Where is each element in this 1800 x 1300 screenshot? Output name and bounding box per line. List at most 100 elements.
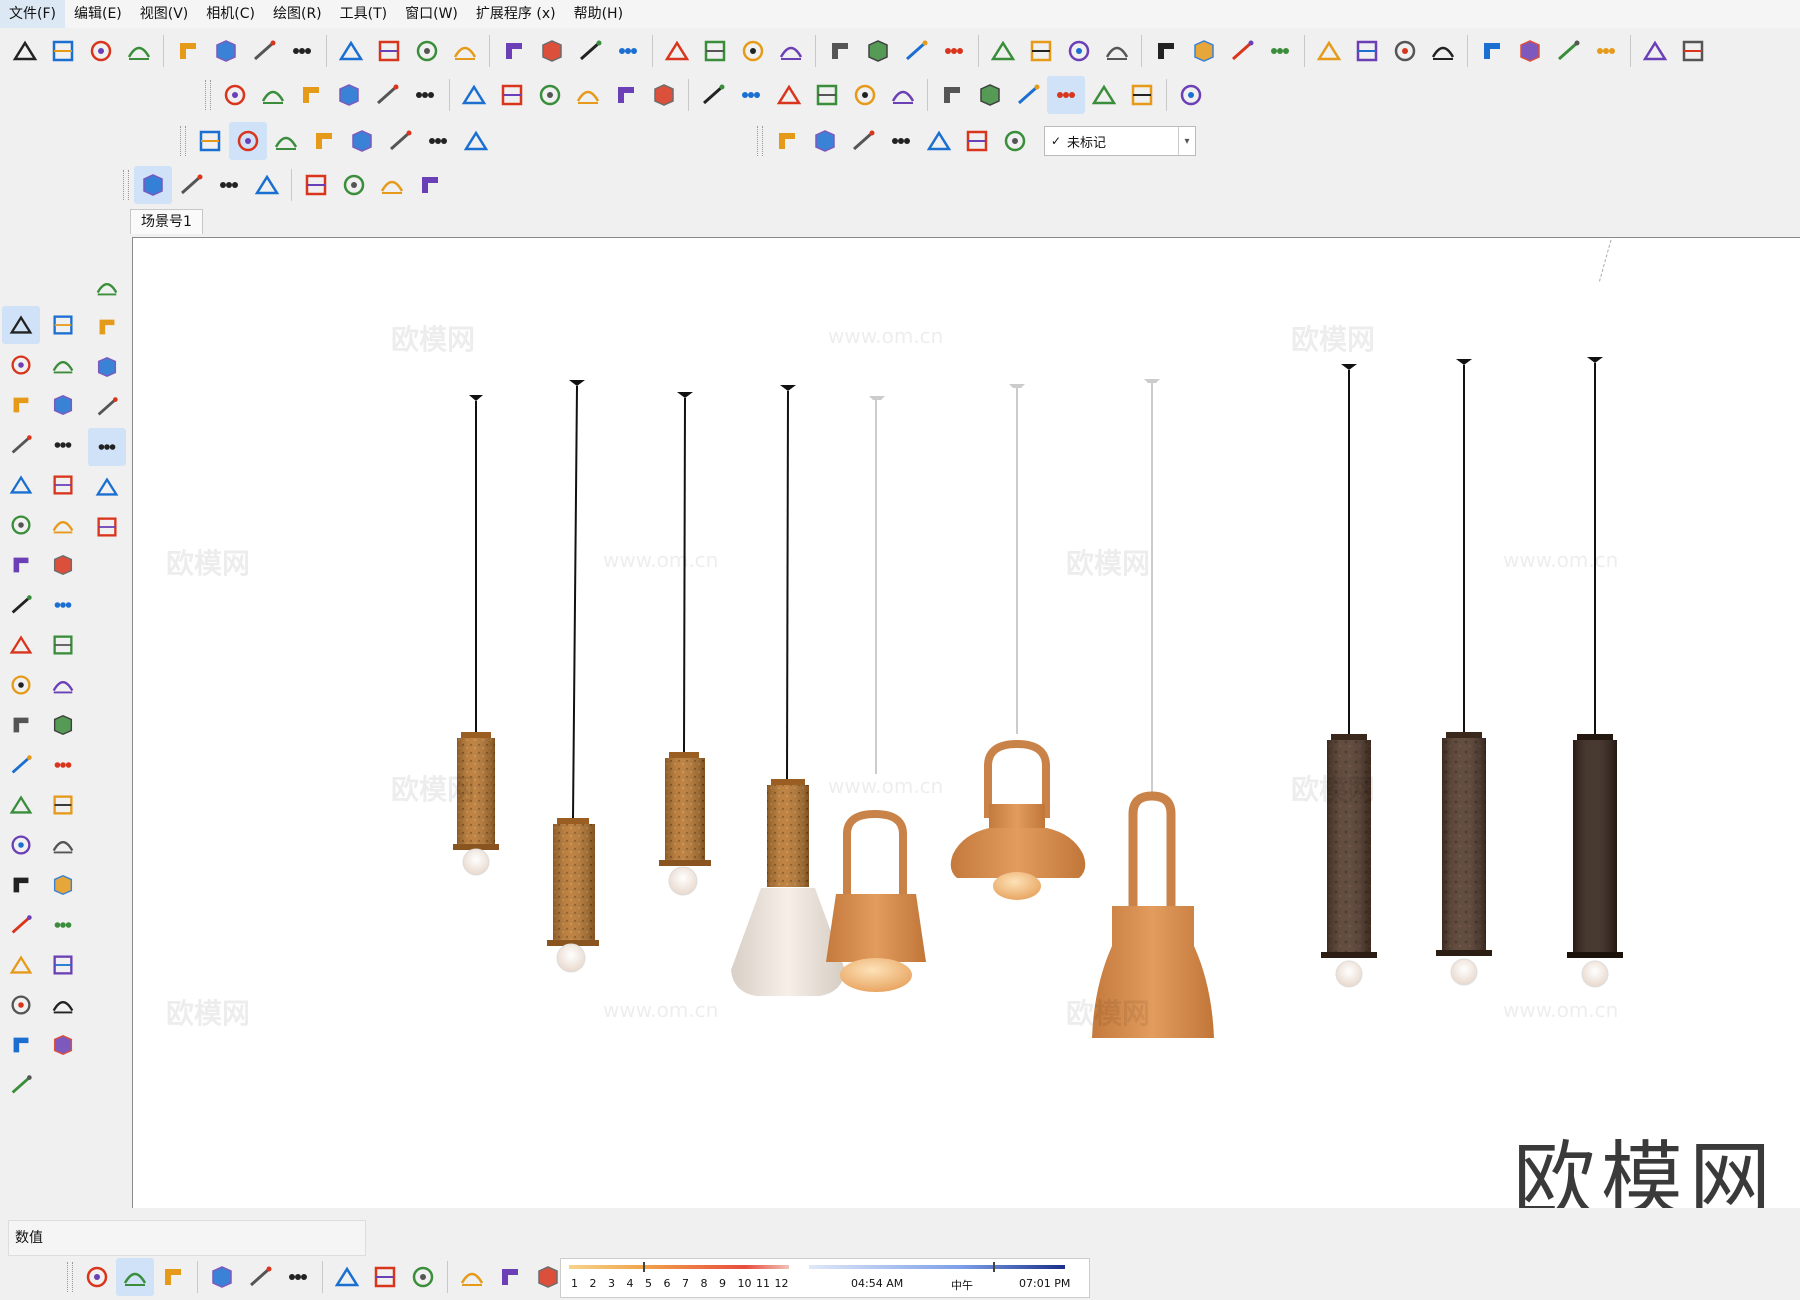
home-icon[interactable]: [1549, 32, 1587, 70]
scale-icon[interactable]: [44, 626, 82, 664]
shed-icon[interactable]: [1511, 32, 1549, 70]
back-icon[interactable]: [1123, 76, 1161, 114]
rotated-rect-icon[interactable]: [2, 426, 40, 464]
e-plugin-icon[interactable]: [78, 1258, 116, 1296]
value-box[interactable]: 数值: [8, 1220, 366, 1256]
box-icon[interactable]: [1060, 32, 1098, 70]
zoom-extents-icon[interactable]: [44, 866, 82, 904]
hidden-line-icon[interactable]: [808, 76, 846, 114]
settings-icon[interactable]: [343, 122, 381, 160]
push-pull-icon[interactable]: [2, 586, 40, 624]
video-icon[interactable]: [844, 122, 882, 160]
frame-icon[interactable]: [607, 76, 645, 114]
right-icon[interactable]: [1085, 76, 1123, 114]
spiral-icon[interactable]: [821, 32, 859, 70]
smooth-icon[interactable]: [245, 32, 283, 70]
model-viewport[interactable]: 欧模网 www.om.cn 欧模网 欧模网 www.om.cn 欧模网 www.…: [132, 237, 1800, 1208]
lamp-terracotta-6[interactable]: [950, 384, 1086, 900]
render-icon[interactable]: [1223, 32, 1261, 70]
previous-icon[interactable]: [2, 906, 40, 944]
3d-text-icon[interactable]: [2, 786, 40, 824]
arch-icon[interactable]: [332, 32, 370, 70]
dots-icon[interactable]: [734, 32, 772, 70]
menu-item[interactable]: 帮助(H): [565, 0, 632, 28]
toolbar-grip[interactable]: [67, 1262, 73, 1292]
cloud-sync-icon[interactable]: [248, 166, 286, 204]
gears-icon[interactable]: [404, 1258, 442, 1296]
circle-icon[interactable]: [44, 426, 82, 464]
pencil-icon[interactable]: [44, 346, 82, 384]
roof-icon[interactable]: [658, 32, 696, 70]
wire-icon[interactable]: [770, 76, 808, 114]
loop-icon[interactable]: [370, 32, 408, 70]
paint-bucket-icon[interactable]: [88, 348, 126, 386]
intersect-icon[interactable]: [169, 32, 207, 70]
xray-icon[interactable]: [732, 76, 770, 114]
help-icon[interactable]: [457, 122, 495, 160]
make-component-icon[interactable]: [44, 306, 82, 344]
refresh-icon[interactable]: [116, 1258, 154, 1296]
menu-item[interactable]: 相机(C): [197, 0, 264, 28]
smoove-icon[interactable]: [2, 1066, 40, 1104]
plane-icon[interactable]: [455, 76, 493, 114]
open-folder-icon[interactable]: [1261, 32, 1299, 70]
export-icon[interactable]: [88, 308, 126, 346]
shovel-icon[interactable]: [330, 76, 368, 114]
mirror-icon[interactable]: [984, 32, 1022, 70]
toolbar-grip[interactable]: [205, 80, 211, 110]
scatter-icon[interactable]: [408, 32, 446, 70]
mail-icon[interactable]: [453, 1258, 491, 1296]
zoom-icon[interactable]: [44, 826, 82, 864]
offset-line-icon[interactable]: [207, 32, 245, 70]
menu-item[interactable]: 编辑(E): [65, 0, 131, 28]
info-icon[interactable]: [491, 1258, 529, 1296]
chrome-icon[interactable]: [411, 166, 449, 204]
follow-me-icon[interactable]: [2, 626, 40, 664]
freehand-icon[interactable]: [2, 386, 40, 424]
camera-icon[interactable]: [882, 122, 920, 160]
scene-tab[interactable]: 场景号1: [130, 209, 203, 234]
stairs-icon[interactable]: [859, 32, 897, 70]
toolbar-grip[interactable]: [123, 170, 129, 200]
menu-item[interactable]: 窗口(W): [396, 0, 467, 28]
shadow-settings-bar[interactable]: 1 2 3 4 5 6 7 8 9 10 11 12 04:54 AM 中午 07:01 PM: [560, 1258, 1090, 1298]
curve-icon[interactable]: [283, 32, 321, 70]
record-icon[interactable]: [267, 122, 305, 160]
move-icon[interactable]: [44, 546, 82, 584]
lamp-dark-wood-10[interactable]: [1567, 357, 1623, 988]
lamp-cork-3[interactable]: [659, 392, 711, 896]
grid-icon[interactable]: [1022, 32, 1060, 70]
arc-icon[interactable]: [44, 466, 82, 504]
eraser-icon[interactable]: [2, 346, 40, 384]
sun-icon[interactable]: [1185, 32, 1223, 70]
cloud-link-icon[interactable]: [172, 166, 210, 204]
stamp-icon[interactable]: [2, 1026, 40, 1064]
cylinder-icon[interactable]: [406, 76, 444, 114]
front-icon[interactable]: [1047, 76, 1085, 114]
lamp-terracotta-7[interactable]: [1092, 379, 1214, 1038]
select-icon[interactable]: [2, 306, 40, 344]
gear-flower-icon[interactable]: [958, 122, 996, 160]
stop-icon[interactable]: [305, 122, 343, 160]
follow-me-icon[interactable]: [82, 32, 120, 70]
menu-item[interactable]: 工具(T): [331, 0, 396, 28]
polygon-icon[interactable]: [2, 466, 40, 504]
mono-icon[interactable]: [933, 76, 971, 114]
stack-icon[interactable]: [694, 76, 732, 114]
look-around-icon[interactable]: [2, 946, 40, 984]
sandbox-icon[interactable]: [44, 986, 82, 1024]
p-plugin-icon[interactable]: [768, 122, 806, 160]
menu-item[interactable]: 扩展程序 (x): [467, 0, 565, 28]
roof-house-icon[interactable]: [1587, 32, 1625, 70]
checker-icon[interactable]: [328, 1258, 366, 1296]
frame2-icon[interactable]: [645, 76, 683, 114]
pie2-icon[interactable]: [2, 546, 40, 584]
film-off-icon[interactable]: [419, 122, 457, 160]
zoom-window-icon[interactable]: [2, 866, 40, 904]
lamp-cork-2[interactable]: [547, 380, 599, 973]
toolbar-grip[interactable]: [180, 126, 186, 156]
cloud-wave-icon[interactable]: [134, 166, 172, 204]
section-icon[interactable]: [44, 32, 82, 70]
tag-dropdown[interactable]: ✓ 未标记 ▾: [1044, 126, 1196, 156]
axes-icon[interactable]: [44, 746, 82, 784]
